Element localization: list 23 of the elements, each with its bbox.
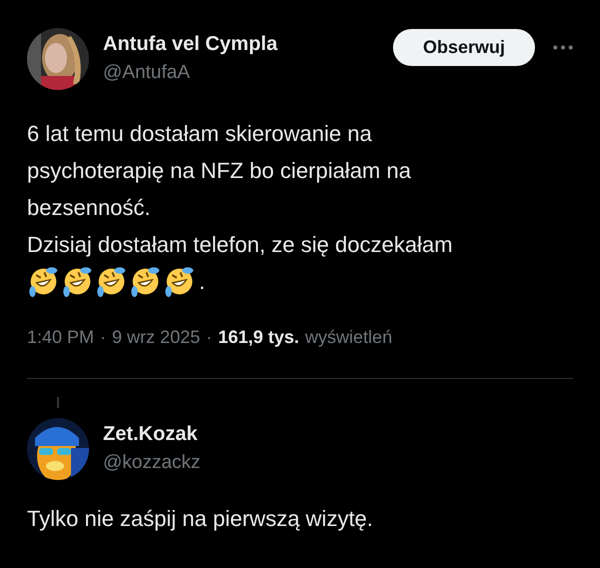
view-count: 161,9 tys. — [218, 326, 300, 349]
separator-dot: · — [206, 326, 212, 349]
laughing-face-icon — [129, 265, 162, 298]
reply-text: Tylko nie zaśpij na pierwszą wizytę. — [27, 505, 374, 533]
laughing-face-icon — [163, 265, 196, 298]
tweet-text: psychoterapię na NFZ bo cierpiałam na — [27, 157, 411, 185]
views-label: wyświetleń — [305, 326, 392, 349]
author-name[interactable]: Zet.Kozak — [103, 422, 198, 446]
post-date[interactable]: 9 wrz 2025 — [112, 325, 200, 349]
post-time[interactable]: 1:40 PM — [27, 325, 94, 349]
tweet-text: Dzisiaj dostałam telefon, ze się doczekałam — [27, 231, 453, 259]
laughing-face-icon — [27, 265, 60, 298]
tweet-text: bezsenność. — [27, 194, 151, 222]
tweet-text: . — [199, 268, 206, 294]
author-name[interactable]: Antufa vel Cympla — [103, 32, 278, 56]
laughing-face-icon — [61, 265, 94, 298]
laughing-face-icon — [95, 265, 128, 298]
author-handle[interactable]: @kozzackz — [103, 450, 200, 476]
tweet-text: 6 lat temu dostałam skierowanie na — [27, 120, 372, 148]
more-icon[interactable] — [553, 45, 573, 50]
author-handle[interactable]: @AntufaA — [103, 60, 190, 86]
follow-button[interactable]: Obserwuj — [393, 29, 535, 66]
separator-dot: · — [100, 326, 106, 349]
